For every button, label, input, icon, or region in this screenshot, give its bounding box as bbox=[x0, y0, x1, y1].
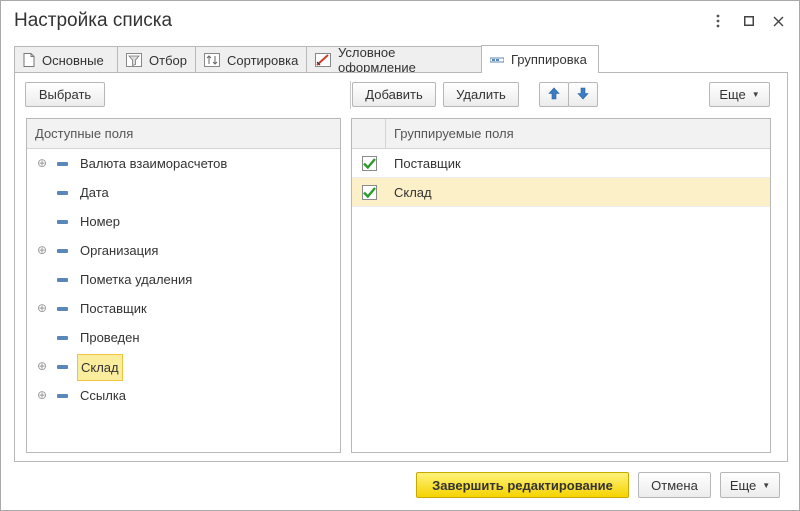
grouped-fields-header: Группируемые поля bbox=[394, 126, 514, 141]
expand-icon[interactable]: ⊕ bbox=[37, 360, 47, 372]
expand-icon[interactable]: ⊕ bbox=[37, 244, 47, 256]
tree-item-warehouse[interactable]: ⊕ Склад bbox=[27, 352, 340, 381]
tree-item-label: Склад bbox=[77, 354, 123, 381]
field-icon bbox=[57, 336, 68, 340]
conditional-format-icon bbox=[315, 53, 331, 67]
tree-item-label: Организация bbox=[80, 243, 159, 258]
maximize-icon[interactable] bbox=[739, 11, 759, 31]
add-button[interactable]: Добавить bbox=[352, 82, 436, 107]
grouped-fields-header-row: Группируемые поля bbox=[352, 119, 770, 149]
checkmark-icon bbox=[362, 157, 376, 169]
grouped-fields-table: Группируемые поля Поставщик Склад bbox=[351, 118, 771, 453]
tree-item-posted[interactable]: Проведен bbox=[27, 323, 340, 352]
tree-item-label: Поставщик bbox=[80, 301, 147, 316]
field-icon bbox=[57, 220, 68, 224]
tree-item-deletion-mark[interactable]: Пометка удаления bbox=[27, 265, 340, 294]
toolbar-divider bbox=[350, 81, 351, 109]
more-menu-button[interactable]: Еще ▼ bbox=[709, 82, 770, 107]
field-icon bbox=[57, 162, 68, 166]
select-button[interactable]: Выбрать bbox=[25, 82, 105, 107]
move-up-button[interactable] bbox=[539, 82, 569, 107]
close-icon[interactable] bbox=[768, 11, 788, 31]
grouped-field-label: Поставщик bbox=[394, 155, 461, 171]
expand-icon[interactable]: ⊕ bbox=[37, 389, 47, 401]
footer-more-button[interactable]: Еще ▼ bbox=[720, 472, 780, 498]
tab-label: Отбор bbox=[149, 52, 187, 68]
tree-item-label: Ссылка bbox=[80, 388, 127, 403]
field-icon bbox=[57, 394, 68, 398]
tab-label: Сортировка bbox=[227, 52, 299, 68]
tab-label: Группировка bbox=[511, 52, 587, 67]
table-row[interactable]: Поставщик bbox=[352, 149, 770, 178]
arrow-down-icon bbox=[577, 87, 589, 103]
tab-main[interactable]: Основные bbox=[14, 46, 118, 73]
window-title: Настройка списка bbox=[14, 10, 173, 31]
move-down-button[interactable] bbox=[568, 82, 598, 107]
field-icon bbox=[57, 278, 68, 282]
field-icon bbox=[57, 365, 68, 369]
available-fields-header: Доступные поля bbox=[27, 119, 340, 149]
tree-item-label: Пометка удаления bbox=[80, 272, 193, 287]
tree-item-label: Проведен bbox=[80, 330, 140, 345]
tab-conditional-formatting[interactable]: Условное оформление bbox=[306, 45, 482, 75]
use-checkbox[interactable] bbox=[361, 155, 377, 171]
delete-button[interactable]: Удалить bbox=[443, 82, 519, 107]
arrow-up-icon bbox=[548, 87, 560, 103]
tab-filter[interactable]: Отбор bbox=[117, 46, 196, 73]
field-icon bbox=[57, 191, 68, 195]
tab-label: Условное оформление bbox=[338, 45, 416, 75]
tree-item-date[interactable]: Дата bbox=[27, 178, 340, 207]
field-icon bbox=[57, 307, 68, 311]
table-row[interactable]: Склад bbox=[352, 178, 770, 207]
finish-editing-button[interactable]: Завершить редактирование bbox=[416, 472, 629, 498]
tree-item-label: Валюта взаиморасчетов bbox=[80, 156, 228, 171]
more-options-icon[interactable] bbox=[708, 11, 728, 31]
tab-grouping[interactable]: Группировка bbox=[481, 45, 599, 73]
footer-more-label: Еще bbox=[729, 477, 757, 493]
tree-item-label: Номер bbox=[80, 214, 121, 229]
use-checkbox[interactable] bbox=[361, 184, 377, 200]
settings-dialog: Настройка списка Основные Отбор Сортиров… bbox=[0, 0, 800, 511]
tree-item-label: Дата bbox=[80, 185, 109, 200]
tree-item-currency[interactable]: ⊕ Валюта взаиморасчетов bbox=[27, 149, 340, 178]
field-icon bbox=[57, 249, 68, 253]
tree-item-link[interactable]: ⊕ Ссылка bbox=[27, 381, 340, 410]
check-column-header bbox=[352, 119, 386, 148]
expand-icon[interactable]: ⊕ bbox=[37, 302, 47, 314]
grouping-icon bbox=[490, 56, 504, 64]
grouped-field-label: Склад bbox=[394, 184, 432, 200]
tab-label: Основные bbox=[42, 52, 104, 68]
tab-bar: Основные Отбор Сортировка Условное оформ… bbox=[14, 45, 599, 75]
document-icon bbox=[23, 53, 35, 67]
title-bar: Настройка списка bbox=[1, 1, 799, 41]
cancel-button[interactable]: Отмена bbox=[638, 472, 711, 498]
chevron-down-icon: ▼ bbox=[762, 480, 771, 490]
checkmark-icon bbox=[362, 186, 376, 198]
tree-item-supplier[interactable]: ⊕ Поставщик bbox=[27, 294, 340, 323]
more-menu-label: Еще bbox=[719, 87, 746, 102]
tree-item-number[interactable]: Номер bbox=[27, 207, 340, 236]
grouping-panel: Выбрать Добавить Удалить Еще ▼ Доступные… bbox=[14, 72, 788, 462]
filter-icon bbox=[126, 53, 142, 67]
expand-icon[interactable]: ⊕ bbox=[37, 157, 47, 169]
available-fields-list: Доступные поля ⊕ Валюта взаиморасчетов Д… bbox=[26, 118, 341, 453]
tree-item-organization[interactable]: ⊕ Организация bbox=[27, 236, 340, 265]
chevron-down-icon: ▼ bbox=[751, 90, 760, 99]
tab-sort[interactable]: Сортировка bbox=[195, 46, 307, 73]
sort-icon bbox=[204, 53, 220, 67]
